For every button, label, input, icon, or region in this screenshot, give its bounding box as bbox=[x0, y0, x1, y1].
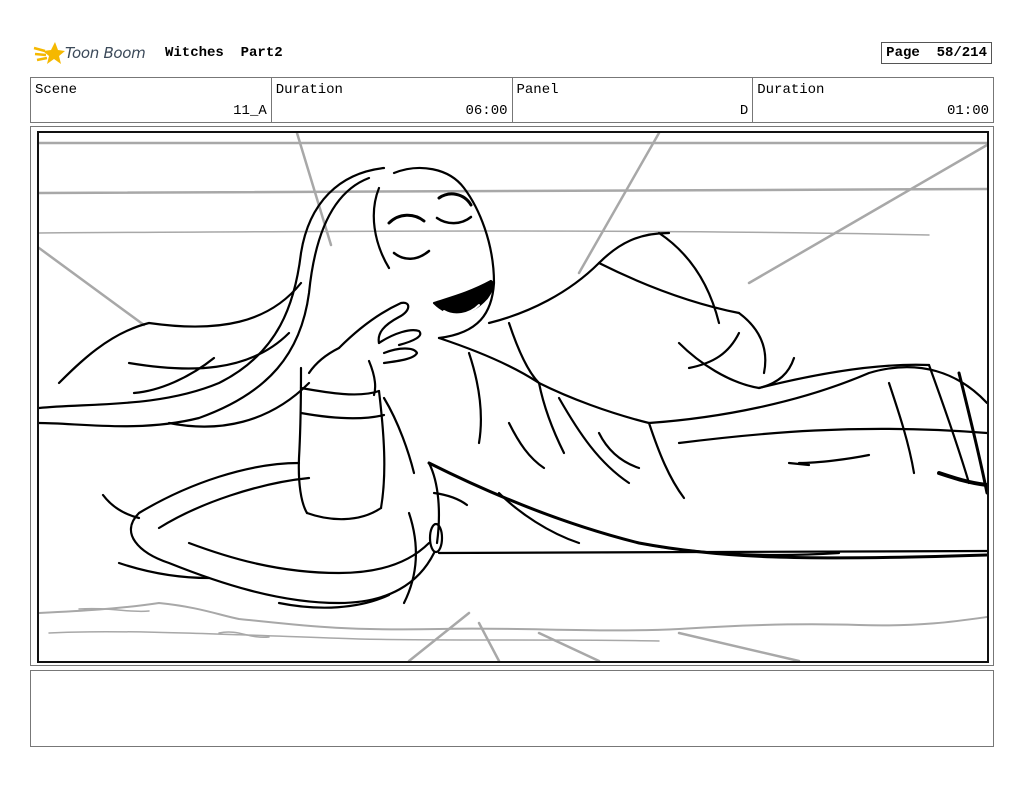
notes-box bbox=[30, 670, 994, 747]
scene-cell: Scene 11_A bbox=[31, 78, 272, 122]
scene-label: Scene bbox=[35, 82, 78, 98]
scene-value: 11_A bbox=[233, 103, 267, 119]
panel-duration-value: 01:00 bbox=[946, 103, 989, 119]
storyboard-sketch bbox=[39, 133, 987, 661]
page-number: Page 58/214 bbox=[881, 42, 992, 64]
panel-cell: Panel D bbox=[513, 78, 754, 122]
panel-value: D bbox=[739, 103, 749, 119]
duration-value: 06:00 bbox=[465, 103, 508, 119]
toon-boom-logo: Toon Boom bbox=[33, 38, 159, 68]
perspective-lines bbox=[39, 133, 987, 661]
panel-label: Panel bbox=[516, 82, 559, 98]
duration-label: Duration bbox=[275, 82, 343, 98]
info-bar: Scene 11_A Duration 06:00 Panel D Durati… bbox=[30, 77, 994, 123]
header: Toon Boom Witches Part2 Page 58/214 bbox=[30, 38, 994, 68]
panel-duration-label: Duration bbox=[757, 82, 825, 98]
panel-frame bbox=[30, 126, 994, 666]
scene-duration-cell: Duration 06:00 bbox=[272, 78, 513, 122]
logo-text: Toon Boom bbox=[65, 44, 146, 62]
star-burst-icon bbox=[33, 42, 65, 64]
panel-duration-cell: Duration 01:00 bbox=[753, 78, 993, 122]
panel-image bbox=[37, 131, 989, 663]
project-title: Witches Part2 bbox=[165, 45, 283, 61]
